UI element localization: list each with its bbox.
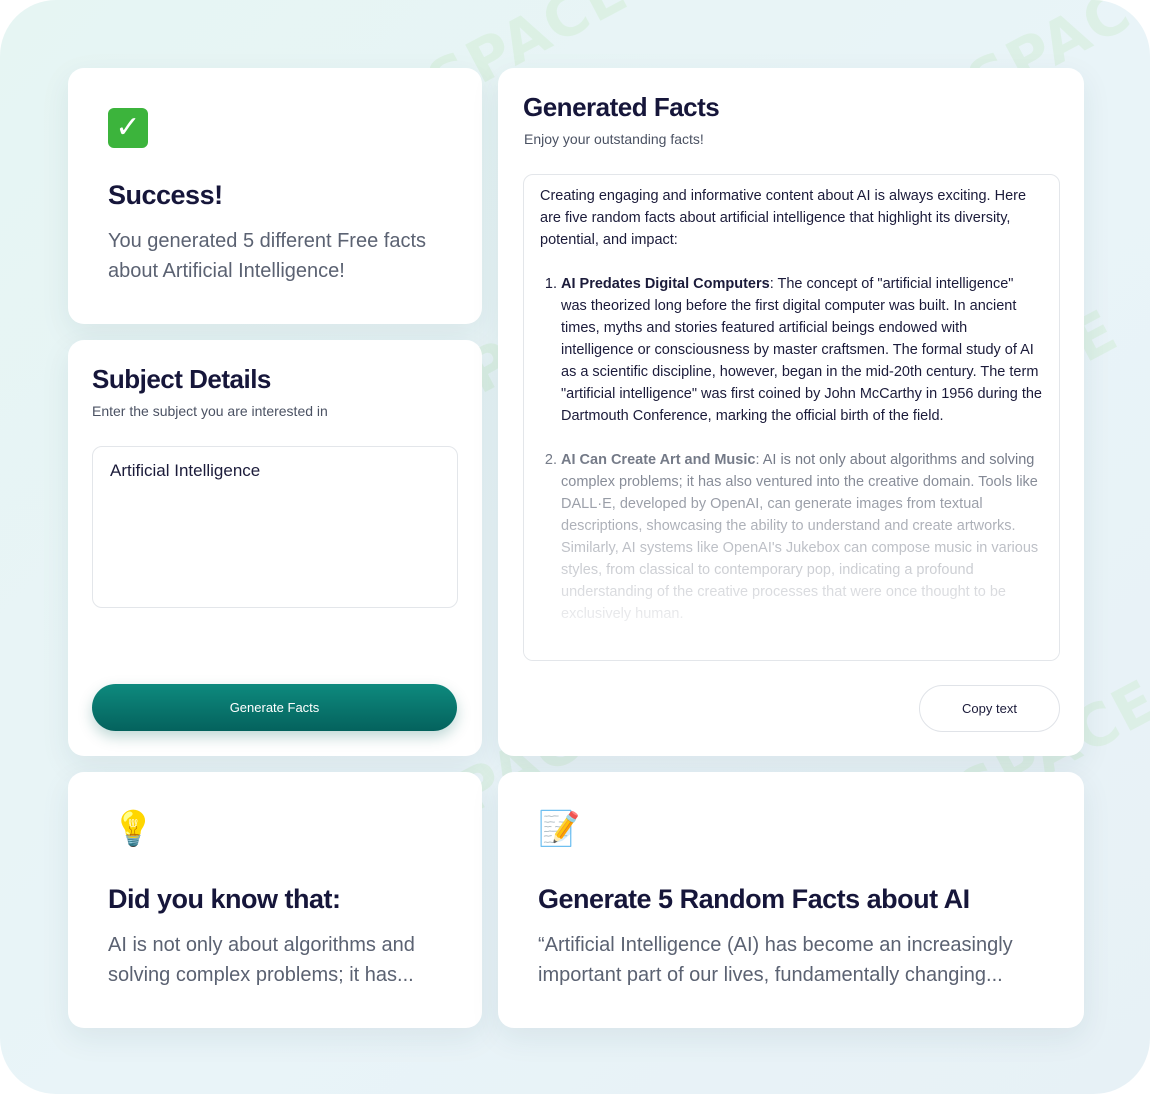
subject-details-card: Subject Details Enter the subject you ar… <box>68 340 482 756</box>
did-you-know-card: 💡 Did you know that: AI is not only abou… <box>68 772 482 1028</box>
facts-output[interactable]: Creating engaging and informative conten… <box>523 174 1060 661</box>
did-you-know-title: Did you know that: <box>108 884 341 914</box>
generated-facts-title: Generated Facts <box>523 92 720 122</box>
success-message: You generated 5 different Free facts abo… <box>108 230 426 282</box>
fact-heading: AI Predates Digital Computers <box>561 276 770 292</box>
copy-text-label: Copy text <box>962 701 1017 716</box>
background-frame: AI TALENT SPACE AI TALENT SPACE AI TALEN… <box>0 0 1150 1094</box>
fact-text: : The concept of "artificial intelligenc… <box>561 276 1042 424</box>
did-you-know-text: AI is not only about algorithms and solv… <box>108 934 415 986</box>
light-bulb-icon: 💡 <box>112 809 155 849</box>
success-title: Success! <box>108 180 223 210</box>
success-card: ✓ Success! You generated 5 different Fre… <box>68 68 482 324</box>
generated-facts-subtitle: Enjoy your outstanding facts! <box>524 131 704 147</box>
subject-input[interactable]: Artificial Intelligence <box>92 446 458 608</box>
subject-input-value: Artificial Intelligence <box>110 461 261 480</box>
random-facts-text: “Artificial Intelligence (AI) has become… <box>538 934 1013 986</box>
subject-details-subtitle: Enter the subject you are interested in <box>92 403 328 419</box>
copy-text-button[interactable]: Copy text <box>919 685 1060 732</box>
random-facts-title: Generate 5 Random Facts about AI <box>538 884 970 914</box>
fact-item: AI Predates Digital Computers: The conce… <box>561 273 1043 427</box>
random-facts-card: 📝 Generate 5 Random Facts about AI “Arti… <box>498 772 1084 1028</box>
fact-item: AI Can Create Art and Music: AI is not o… <box>561 449 1043 625</box>
generate-facts-label: Generate Facts <box>229 700 320 715</box>
fact-text: : AI is not only about algorithms and so… <box>561 452 1039 622</box>
facts-list: AI Predates Digital Computers: The conce… <box>540 273 1043 625</box>
check-mark-icon: ✓ <box>108 108 148 148</box>
fact-heading: AI Can Create Art and Music <box>561 452 756 468</box>
generated-facts-card: Generated Facts Enjoy your outstanding f… <box>498 68 1084 756</box>
memo-pencil-icon: 📝 <box>538 809 581 849</box>
subject-details-title: Subject Details <box>92 364 271 394</box>
generate-facts-button[interactable]: Generate Facts <box>92 684 457 731</box>
facts-intro: Creating engaging and informative conten… <box>540 188 1027 248</box>
